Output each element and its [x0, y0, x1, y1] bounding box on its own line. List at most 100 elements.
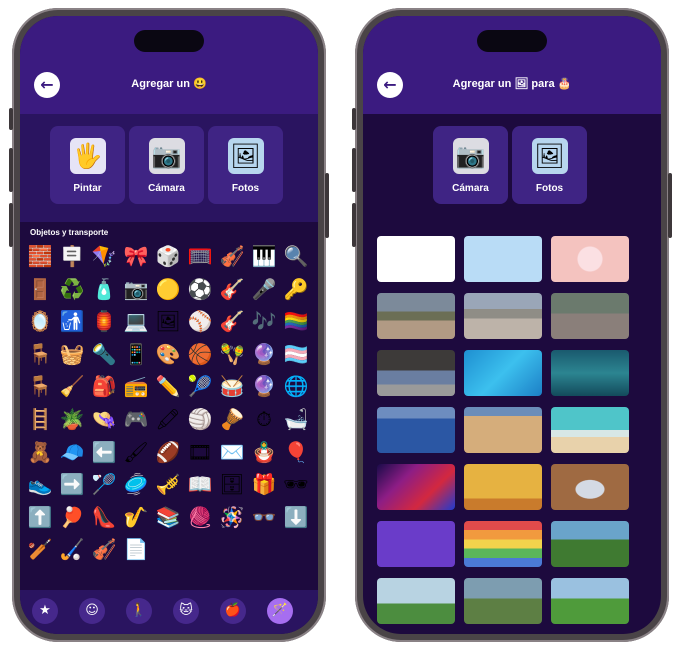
- background-option-light-blue[interactable]: [464, 236, 542, 282]
- emoji-option[interactable]: 🏏: [24, 533, 56, 566]
- emoji-option[interactable]: 🪆: [248, 436, 280, 469]
- emoji-option[interactable]: 🥏: [120, 468, 152, 501]
- emoji-option[interactable]: 🔑: [280, 273, 312, 306]
- emoji-option[interactable]: 🎹: [248, 240, 280, 273]
- emoji-option[interactable]: ✏️: [152, 370, 184, 403]
- emoji-option[interactable]: 🖌: [120, 436, 152, 469]
- emoji-option[interactable]: 🔮: [248, 370, 280, 403]
- emoji-option[interactable]: 🎸: [216, 273, 248, 306]
- emoji-option[interactable]: 🥅: [184, 240, 216, 273]
- emoji-option[interactable]: ⏱: [248, 403, 280, 436]
- emoji-option[interactable]: 🔍: [280, 240, 312, 273]
- emoji-option[interactable]: 🪞: [24, 305, 56, 338]
- emoji-option[interactable]: ⬅️: [88, 436, 120, 469]
- background-option-park-2[interactable]: [464, 578, 542, 624]
- emoji-option[interactable]: 🎒: [88, 370, 120, 403]
- objects-icon[interactable]: 🪄: [267, 598, 293, 624]
- paint-option-button[interactable]: 🖐 Pintar: [50, 126, 125, 204]
- emoji-option[interactable]: 🎤: [248, 273, 280, 306]
- emoji-option[interactable]: 🚮: [56, 305, 88, 338]
- emoji-option[interactable]: 📱: [120, 338, 152, 371]
- emoji-option[interactable]: 🪜: [24, 403, 56, 436]
- emoji-option[interactable]: 🥁: [216, 370, 248, 403]
- background-option-flower-field[interactable]: [551, 521, 629, 567]
- camera-option-button[interactable]: 📷 Cámara: [433, 126, 508, 204]
- emoji-option[interactable]: ⚽: [184, 273, 216, 306]
- emoji-option[interactable]: 🧺: [56, 338, 88, 371]
- emoji-option[interactable]: 🏐: [184, 403, 216, 436]
- emoji-option[interactable]: 🧢: [56, 436, 88, 469]
- animals-icon[interactable]: 🐱: [173, 598, 199, 624]
- emoji-option[interactable]: 🚪: [24, 273, 56, 306]
- background-option-white[interactable]: [377, 236, 455, 282]
- emoji-option[interactable]: 🕶: [280, 468, 312, 501]
- emoji-option[interactable]: 🎈: [280, 436, 312, 469]
- emoji-option[interactable]: 📖: [184, 468, 216, 501]
- photos-option-button[interactable]: 🖼 Fotos: [512, 126, 587, 204]
- background-option-plaza[interactable]: [464, 293, 542, 339]
- emoji-option[interactable]: 🪧: [56, 240, 88, 273]
- background-option-park-3[interactable]: [551, 578, 629, 624]
- emoji-option[interactable]: 🪇: [216, 338, 248, 371]
- emoji-option[interactable]: 🪁: [88, 240, 120, 273]
- background-option-storefront[interactable]: [377, 350, 455, 396]
- emoji-option[interactable]: 🔦: [88, 338, 120, 371]
- emoji-option[interactable]: 🗄: [216, 468, 248, 501]
- emoji-option[interactable]: 🎁: [248, 468, 280, 501]
- emoji-option[interactable]: 👓: [248, 501, 280, 534]
- emoji-option[interactable]: 📚: [152, 501, 184, 534]
- background-option-alley[interactable]: [551, 293, 629, 339]
- photos-option-button[interactable]: 🖼 Fotos: [208, 126, 283, 204]
- emoji-option[interactable]: ⬇️: [280, 501, 312, 534]
- emoji-option[interactable]: 🧸: [24, 436, 56, 469]
- emoji-option[interactable]: 🪑: [24, 338, 56, 371]
- emoji-option[interactable]: 🏳️‍🌈: [280, 305, 312, 338]
- background-option-pool[interactable]: [464, 350, 542, 396]
- emoji-option[interactable]: 🏳️‍⚧️: [280, 338, 312, 371]
- emoji-option[interactable]: 🎸: [216, 305, 248, 338]
- emoji-option[interactable]: 👟: [24, 468, 56, 501]
- emoji-option[interactable]: 📻: [120, 370, 152, 403]
- background-option-beach[interactable]: [551, 407, 629, 453]
- emoji-option[interactable]: 🟡: [152, 273, 184, 306]
- background-option-purple[interactable]: [377, 521, 455, 567]
- smileys-icon[interactable]: ☺: [79, 598, 105, 624]
- emoji-option[interactable]: 🎻: [216, 240, 248, 273]
- emoji-option[interactable]: 📄: [120, 533, 152, 566]
- emoji-option[interactable]: 💻: [120, 305, 152, 338]
- emoji-option[interactable]: 🎞: [184, 436, 216, 469]
- emoji-option[interactable]: 🪅: [216, 501, 248, 534]
- people-activity-icon[interactable]: 🚶: [126, 598, 152, 624]
- emoji-option[interactable]: 🏓: [56, 501, 88, 534]
- emoji-option[interactable]: 🎲: [152, 240, 184, 273]
- emoji-option[interactable]: 🧶: [184, 501, 216, 534]
- emoji-option[interactable]: 📷: [120, 273, 152, 306]
- emoji-option[interactable]: 🏸: [88, 468, 120, 501]
- background-option-rainbow[interactable]: [464, 521, 542, 567]
- background-option-sand[interactable]: [464, 407, 542, 453]
- background-option-stage[interactable]: [377, 464, 455, 510]
- emoji-option[interactable]: 🔮: [248, 338, 280, 371]
- emoji-option[interactable]: 👠: [88, 501, 120, 534]
- emoji-option[interactable]: 🎺: [152, 468, 184, 501]
- emoji-option[interactable]: 👒: [88, 403, 120, 436]
- emoji-option[interactable]: 🧴: [88, 273, 120, 306]
- background-option-underwater[interactable]: [551, 350, 629, 396]
- emoji-option[interactable]: ⬆️: [24, 501, 56, 534]
- emoji-option[interactable]: 🏀: [184, 338, 216, 371]
- camera-option-button[interactable]: 📷 Cámara: [129, 126, 204, 204]
- emoji-option[interactable]: 🏈: [152, 436, 184, 469]
- background-option-street[interactable]: [377, 293, 455, 339]
- emoji-option[interactable]: 🪴: [56, 403, 88, 436]
- emoji-option[interactable]: 🎮: [120, 403, 152, 436]
- background-option-sea[interactable]: [377, 407, 455, 453]
- favorites-icon[interactable]: ★: [32, 598, 58, 624]
- emoji-option[interactable]: ⚾: [184, 305, 216, 338]
- emoji-option[interactable]: 🎾: [184, 370, 216, 403]
- emoji-option[interactable]: 🏮: [88, 305, 120, 338]
- emoji-option[interactable]: 🎶: [248, 305, 280, 338]
- background-option-park-1[interactable]: [377, 578, 455, 624]
- food-icon[interactable]: 🍎: [220, 598, 246, 624]
- emoji-option[interactable]: 🧹: [56, 370, 88, 403]
- emoji-option[interactable]: 🛁: [280, 403, 312, 436]
